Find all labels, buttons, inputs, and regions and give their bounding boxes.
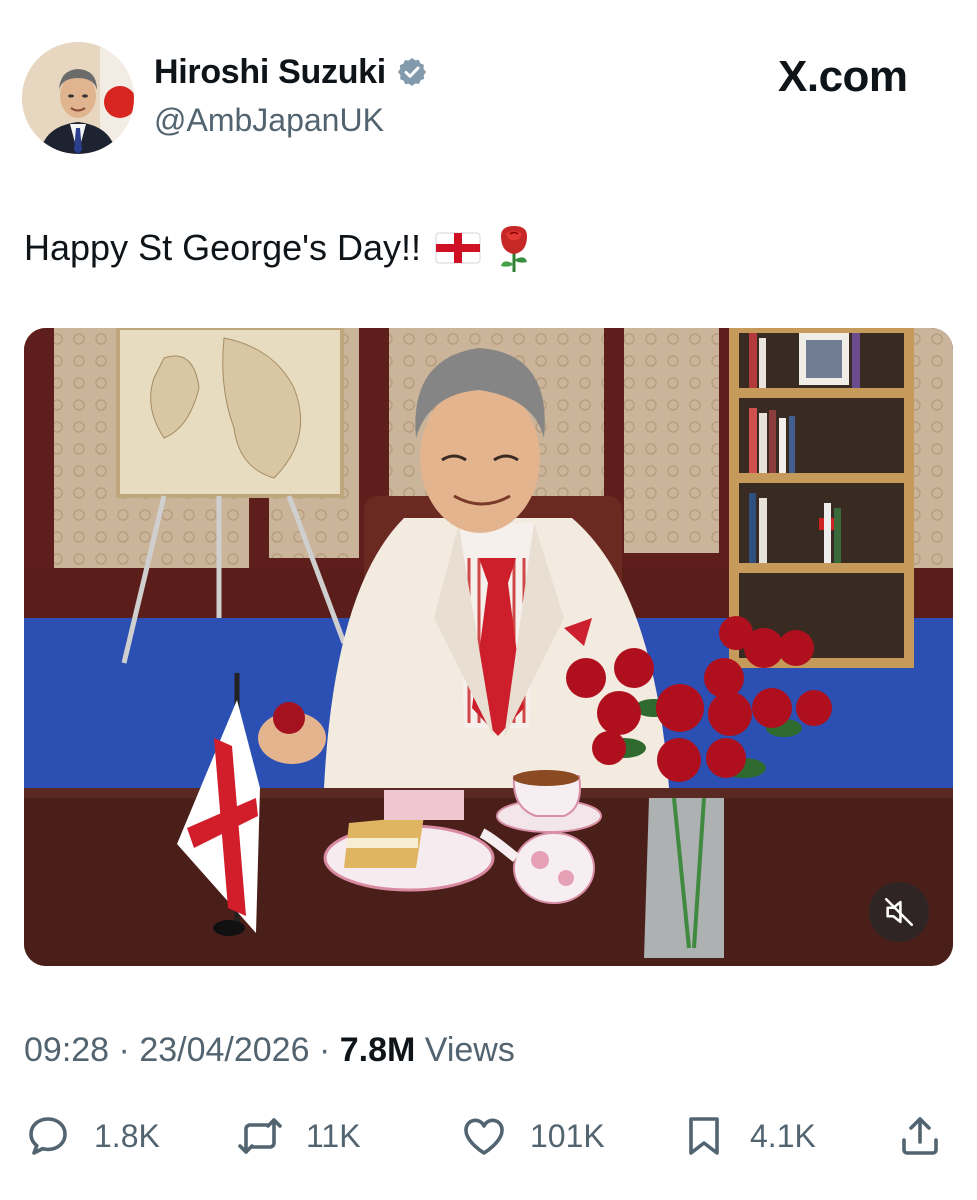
tweet-meta: 09:28 · 23/04/2026 · 7.8M Views xyxy=(24,1028,515,1072)
share-icon xyxy=(902,1117,938,1155)
tweet-time[interactable]: 09:28 xyxy=(24,1031,109,1069)
views-count: 7.8M xyxy=(339,1031,416,1069)
bookmark-icon xyxy=(689,1117,719,1155)
action-bar: 1.8K 11K 101K 4.1K xyxy=(0,1108,977,1164)
reply-icon xyxy=(29,1117,67,1155)
author-handle[interactable]: @AmbJapanUK xyxy=(154,100,384,140)
mute-toggle-button[interactable] xyxy=(869,882,929,942)
like-count: 101K xyxy=(530,1117,605,1154)
tweet-text: Happy St George's Day!! xyxy=(24,222,535,274)
bookmark-button[interactable]: 4.1K xyxy=(680,1108,816,1164)
brand-label: X.com xyxy=(778,52,908,101)
views-label: Views xyxy=(424,1031,515,1069)
heart-icon xyxy=(464,1118,504,1155)
meta-separator: · xyxy=(318,1031,331,1069)
reply-count: 1.8K xyxy=(94,1117,160,1154)
author-name-row[interactable]: Hiroshi Suzuki xyxy=(154,52,428,92)
speaker-muted-icon xyxy=(884,897,914,927)
like-button[interactable]: 101K xyxy=(460,1108,605,1164)
meta-separator: · xyxy=(118,1031,130,1069)
rose-icon xyxy=(501,226,528,272)
avatar[interactable] xyxy=(22,42,134,154)
england-flag-icon xyxy=(435,232,481,264)
repost-button[interactable]: 11K xyxy=(236,1108,361,1164)
tweet-text-content: Happy St George's Day!! xyxy=(24,227,422,268)
author-name[interactable]: Hiroshi Suzuki xyxy=(154,52,386,92)
repost-icon xyxy=(238,1118,282,1154)
avatar-image xyxy=(22,42,134,154)
reply-button[interactable]: 1.8K xyxy=(24,1108,160,1164)
repost-count: 11K xyxy=(306,1117,361,1154)
video-frame xyxy=(24,328,953,966)
share-button[interactable] xyxy=(896,1108,944,1164)
tweet-date[interactable]: 23/04/2026 xyxy=(139,1031,309,1069)
bookmark-count: 4.1K xyxy=(750,1117,816,1154)
verified-badge-icon xyxy=(397,58,426,86)
tweet-video[interactable] xyxy=(24,328,953,966)
